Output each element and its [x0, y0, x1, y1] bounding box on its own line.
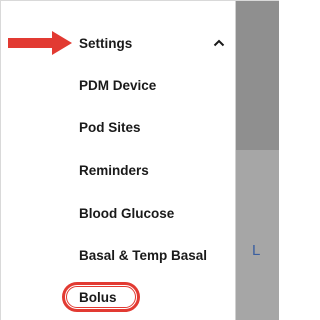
menu-item-settings[interactable]: Settings	[79, 36, 132, 51]
menu-item-reminders[interactable]: Reminders	[79, 163, 149, 178]
menu-item-blood-glucose[interactable]: Blood Glucose	[79, 206, 174, 221]
frame-border-left	[0, 0, 1, 320]
background-partial-text: L	[252, 242, 261, 259]
menu-item-label: Basal & Temp Basal	[79, 248, 208, 263]
frame-border-top	[0, 0, 279, 1]
menu-item-basal-temp-basal[interactable]: Basal & Temp Basal	[79, 248, 207, 263]
arrow-right-icon	[8, 31, 72, 55]
screen: L Settings PDM Device Pod Sites Reminder…	[0, 0, 279, 320]
menu-item-pdm-device[interactable]: PDM Device	[79, 78, 156, 93]
menu-item-label: Reminders	[79, 163, 149, 178]
chevron-up-icon[interactable]	[213, 37, 225, 49]
menu-item-label: Pod Sites	[79, 120, 141, 135]
menu-item-pod-sites[interactable]: Pod Sites	[79, 120, 141, 135]
menu-item-settings-label: Settings	[79, 36, 133, 51]
background-content-bottom	[236, 150, 279, 320]
menu-item-label: Bolus	[79, 290, 117, 305]
background-content-top	[236, 0, 279, 150]
menu-item-bolus[interactable]: Bolus	[79, 290, 117, 305]
menu-item-label: Blood Glucose	[79, 206, 175, 221]
settings-drawer: Settings PDM Device Pod Sites Reminders …	[0, 0, 236, 320]
menu-item-label: PDM Device	[79, 78, 157, 93]
